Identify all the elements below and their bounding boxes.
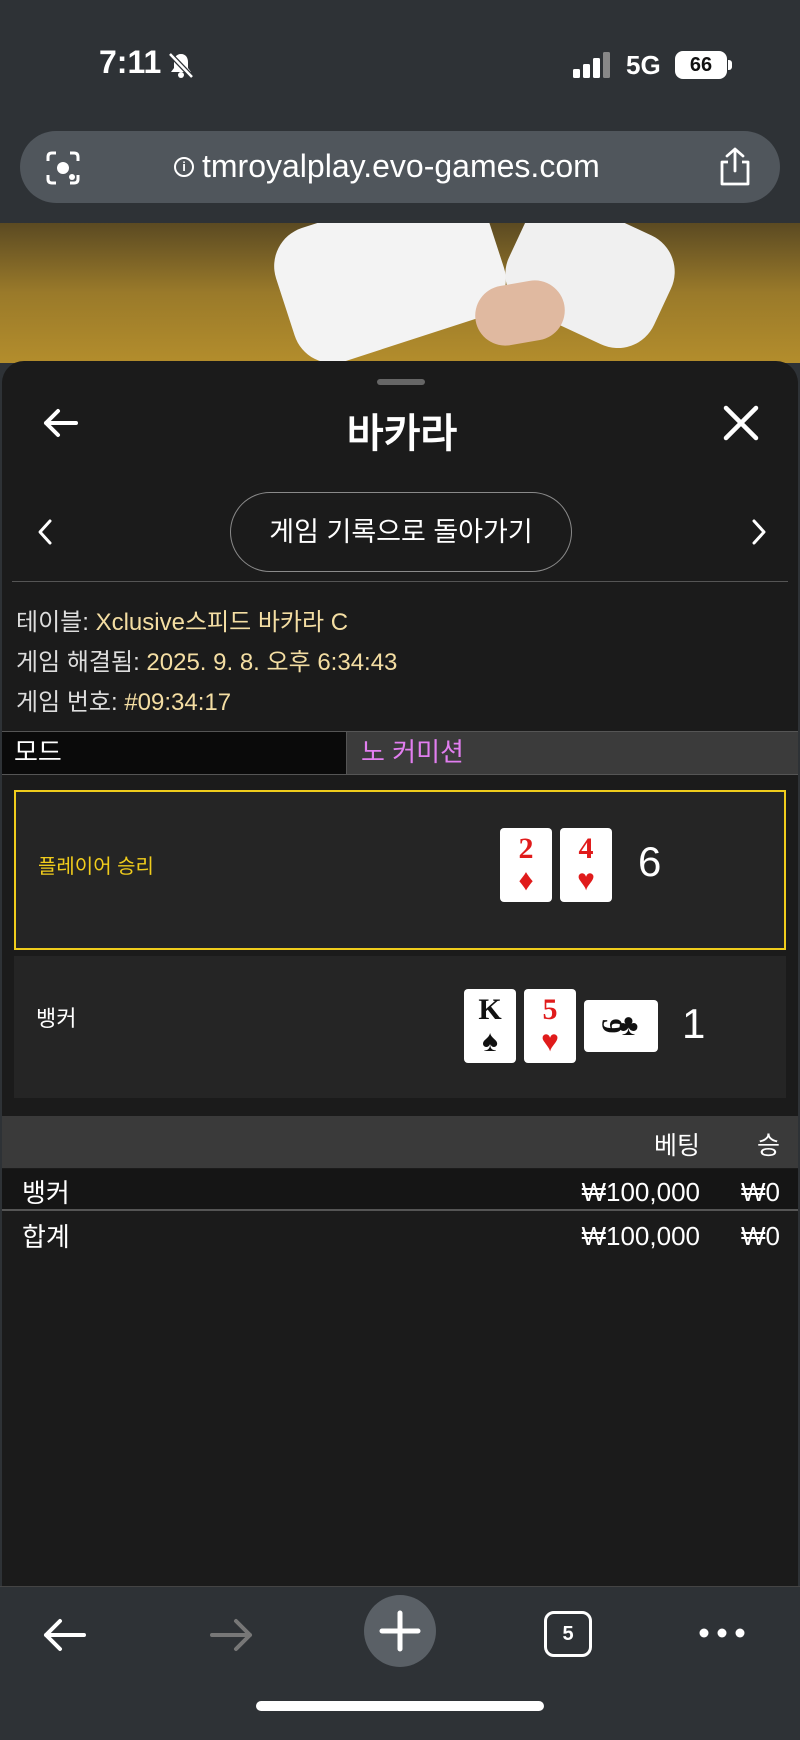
spade-suit-icon: ♠: [482, 1025, 498, 1058]
address-bar[interactable]: i tmroyalplay.evo-games.com: [20, 131, 780, 203]
playing-card: 2 ♦: [500, 828, 552, 902]
panel-title: 바카라: [346, 412, 458, 456]
table-info: 테이블: Xclusive스피드 바카라 C: [16, 602, 348, 637]
settled-info: 게임 해결됨: 2025. 9. 8. 오후 6:34:43: [16, 642, 397, 677]
bet-name: 뱅커: [22, 1178, 70, 1208]
card-rank: 4: [578, 832, 594, 865]
mode-row: 모드 노 커미션: [2, 731, 798, 775]
bet-column-header: 베팅: [653, 1132, 700, 1160]
divider: [12, 581, 788, 582]
forward-icon[interactable]: [208, 1611, 256, 1659]
status-bar: 7:11 5G 66: [0, 0, 800, 130]
new-tab-button[interactable]: [364, 1595, 436, 1667]
drag-handle[interactable]: [377, 379, 425, 385]
total-label: 합계: [22, 1222, 70, 1252]
network-type: 5G: [626, 50, 661, 80]
heart-suit-icon: ♥: [577, 864, 595, 897]
card-rank: K: [478, 993, 502, 1026]
banker-label: 뱅커: [36, 1006, 77, 1031]
playing-card: 4 ♥: [560, 828, 612, 902]
table-value: Xclusive스피드 바카라 C: [95, 609, 349, 636]
banker-score: 1: [682, 1000, 706, 1047]
chevron-left-icon[interactable]: [32, 515, 58, 549]
playing-card: 5 ♥: [524, 989, 576, 1063]
bell-muted-icon: [168, 52, 194, 79]
total-amount: ₩100,000: [581, 1221, 700, 1251]
chevron-right-icon[interactable]: [746, 515, 772, 549]
dealer-arm: [263, 223, 517, 363]
bet-win: ₩0: [741, 1177, 780, 1207]
settled-label: 게임 해결됨:: [16, 649, 147, 676]
player-result-label: 플레이어 승리: [38, 856, 154, 878]
playing-card: K ♠: [464, 989, 516, 1063]
site-info-icon[interactable]: i: [174, 157, 194, 177]
battery-tip: [728, 60, 732, 70]
game-history-panel: 바카라 게임 기록으로 돌아가기 테이블: Xclusive스피드 바카라 C …: [2, 361, 798, 1586]
playing-card-rotated: 9♣: [584, 1000, 658, 1052]
banker-hand: 뱅커 K ♠ 5 ♥ 9♣ 1: [14, 956, 786, 1098]
live-video: [0, 223, 800, 363]
game-number-value: #09:34:17: [124, 689, 232, 716]
battery-icon: 66: [675, 51, 727, 79]
game-number-info: 게임 번호: #09:34:17: [16, 682, 231, 717]
mode-label: 모드: [2, 732, 347, 774]
bets-table-header: 베팅 승: [2, 1116, 798, 1168]
signal-icon: [573, 52, 610, 78]
lens-scan-icon[interactable]: [44, 149, 82, 187]
table-row: 뱅커 ₩100,000 ₩0: [2, 1169, 798, 1211]
mode-value: 노 커미션: [347, 732, 798, 774]
game-number-label: 게임 번호:: [16, 689, 125, 716]
total-win: ₩0: [741, 1221, 780, 1251]
total-row: 합계 ₩100,000 ₩0: [2, 1213, 798, 1255]
back-icon[interactable]: [40, 1611, 88, 1659]
card-rank: 2: [518, 832, 534, 865]
heart-suit-icon: ♥: [541, 1025, 559, 1058]
browser-toolbar: 5: [0, 1586, 800, 1740]
more-icon[interactable]: [698, 1623, 746, 1643]
close-icon[interactable]: [722, 404, 760, 442]
url-text[interactable]: tmroyalplay.evo-games.com: [202, 148, 600, 185]
bet-amount: ₩100,000: [581, 1177, 700, 1207]
home-indicator[interactable]: [256, 1701, 544, 1711]
player-hand: 플레이어 승리 2 ♦ 4 ♥ 6: [14, 790, 786, 950]
settled-value: 2025. 9. 8. 오후 6:34:43: [146, 649, 398, 676]
tabs-button[interactable]: 5: [544, 1611, 592, 1657]
player-score: 6: [638, 838, 662, 885]
card-rank: 9: [595, 1018, 629, 1034]
back-arrow-icon[interactable]: [40, 403, 80, 443]
win-column-header: 승: [756, 1132, 780, 1160]
share-icon[interactable]: [716, 147, 754, 187]
return-to-history-button[interactable]: 게임 기록으로 돌아가기: [230, 492, 572, 572]
diamond-suit-icon: ♦: [518, 864, 534, 897]
plus-icon: [379, 1610, 421, 1652]
status-time: 7:11: [99, 44, 162, 80]
card-rank: 5: [542, 993, 558, 1026]
table-label: 테이블:: [16, 609, 96, 636]
